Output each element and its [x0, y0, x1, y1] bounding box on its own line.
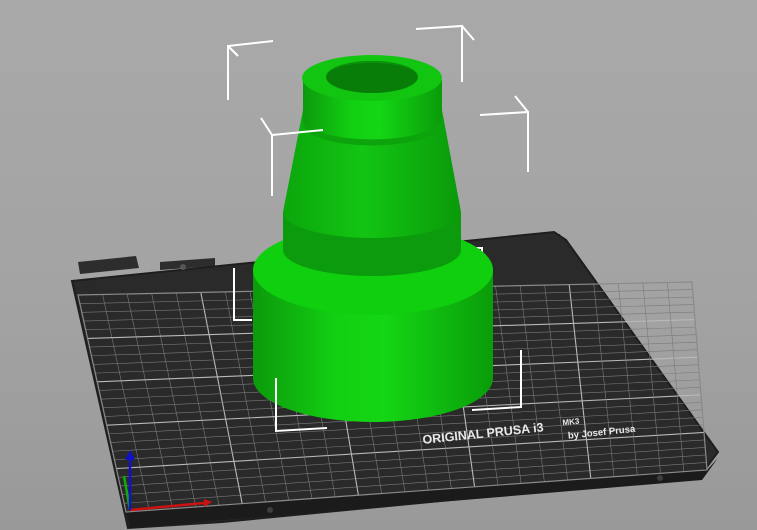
bed-model-text: MK3 — [562, 416, 580, 427]
3d-scene[interactable]: ORIGINAL PRUSA i3 MK3 by Josef Prusa — [0, 0, 757, 530]
selected-3d-model[interactable] — [253, 55, 493, 422]
3d-viewport[interactable]: ORIGINAL PRUSA i3 MK3 by Josef Prusa — [0, 0, 757, 530]
